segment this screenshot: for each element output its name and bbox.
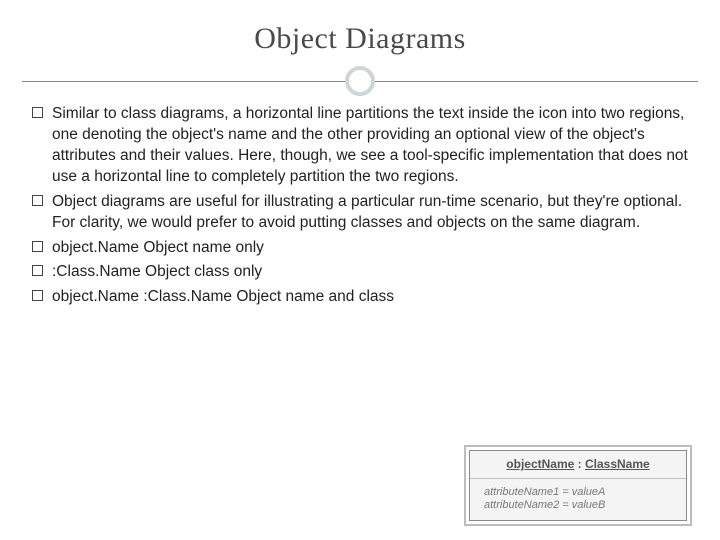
object-class: ClassName — [585, 457, 650, 471]
object-attributes: attributeName1 = valueA attributeName2 =… — [470, 478, 686, 520]
object-node: objectName : ClassName attributeName1 = … — [469, 450, 687, 521]
bullet-text: Similar to class diagrams, a horizontal … — [52, 105, 688, 185]
attribute-row: attributeName1 = valueA — [484, 486, 678, 498]
divider — [0, 64, 720, 98]
page-title: Object Diagrams — [0, 22, 720, 56]
object-name: objectName — [506, 457, 574, 471]
checkbox-icon — [32, 241, 43, 252]
content-area: Similar to class diagrams, a horizontal … — [0, 104, 720, 312]
title-area: Object Diagrams — [0, 0, 720, 62]
list-item: Similar to class diagrams, a horizontal … — [32, 104, 688, 188]
list-item: :Class.Name Object class only — [32, 262, 688, 283]
bullet-text: :Class.Name Object class only — [52, 263, 262, 280]
checkbox-icon — [32, 265, 43, 276]
list-item: object.Name :Class.Name Object name and … — [32, 287, 688, 308]
bullet-text: object.Name Object name only — [52, 239, 264, 256]
checkbox-icon — [32, 195, 43, 206]
list-item: object.Name Object name only — [32, 238, 688, 259]
object-sep: : — [574, 457, 585, 471]
list-item: Object diagrams are useful for illustrat… — [32, 192, 688, 234]
checkbox-icon — [32, 290, 43, 301]
object-diagram-figure: objectName : ClassName attributeName1 = … — [464, 445, 692, 526]
attribute-row: attributeName2 = valueB — [484, 499, 678, 511]
slide: Object Diagrams Similar to class diagram… — [0, 0, 720, 540]
circle-ornament-icon — [345, 66, 375, 96]
object-header: objectName : ClassName — [470, 451, 686, 478]
checkbox-icon — [32, 107, 43, 118]
bullet-text: object.Name :Class.Name Object name and … — [52, 288, 394, 305]
bullet-text: Object diagrams are useful for illustrat… — [52, 193, 682, 231]
